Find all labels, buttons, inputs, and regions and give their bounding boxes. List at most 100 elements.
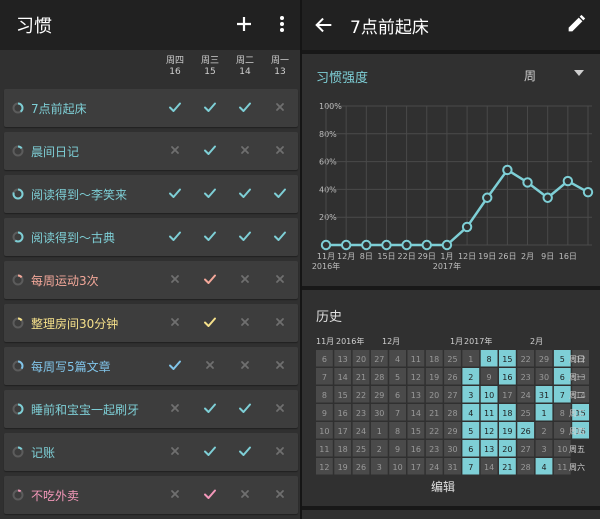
history-day-number: 7 [322,373,327,382]
cross-mark-toggle[interactable] [168,400,182,414]
check-mark-toggle[interactable] [203,443,217,457]
check-mark-toggle[interactable] [168,228,182,242]
strength-ring-icon [12,446,24,458]
history-day-number: 22 [356,391,366,400]
habit-row[interactable]: 记账 [4,433,298,471]
overflow-menu-button[interactable] [270,12,294,36]
history-month-label: 1月 [450,337,463,346]
strength-ring-icon [12,274,24,286]
edit-habit-button[interactable] [565,13,587,35]
check-mark-toggle[interactable] [168,99,182,113]
cross-mark-toggle[interactable] [168,443,182,457]
history-day-number: 1 [377,427,382,436]
back-button[interactable] [313,14,335,36]
check-mark-toggle[interactable] [238,443,252,457]
history-day-number: 13 [484,445,494,454]
habit-row[interactable]: 每周写5篇文章 [4,347,298,385]
check-mark-toggle[interactable] [203,271,217,285]
cross-mark-toggle[interactable] [203,357,217,371]
cross-mark-toggle[interactable] [168,271,182,285]
cross-icon [171,146,179,154]
history-day-number: 15 [338,391,348,400]
cross-mark-toggle[interactable] [238,142,252,156]
history-day-number: 8 [322,391,327,400]
cross-mark-toggle[interactable] [273,443,287,457]
history-day-number: 26 [356,463,366,472]
history-day-number: 13 [411,391,421,400]
cross-icon [241,275,249,283]
check-icon [169,231,181,241]
cross-mark-toggle[interactable] [273,314,287,328]
check-mark-toggle[interactable] [203,400,217,414]
day-header: 周四 16 [160,56,190,78]
cross-mark-toggle[interactable] [273,142,287,156]
cross-mark-toggle[interactable] [168,314,182,328]
check-mark-toggle[interactable] [238,185,252,199]
history-day-number: 10 [484,391,494,400]
check-mark-toggle[interactable] [168,357,182,371]
cross-mark-toggle[interactable] [168,142,182,156]
habit-row[interactable]: 每周运动3次 [4,261,298,299]
history-day-number: 23 [429,445,439,454]
history-day-number: 7 [560,391,565,400]
habit-row[interactable]: 7点前起床 [4,89,298,127]
habit-name: 睡前和宝宝一起刷牙 [31,403,140,417]
cross-mark-toggle[interactable] [238,486,252,500]
cross-mark-toggle[interactable] [273,271,287,285]
check-mark-toggle[interactable] [203,185,217,199]
history-weekday-label: 周六 [569,462,585,472]
y-tick-label: 80% [319,130,337,139]
check-mark-toggle[interactable] [203,99,217,113]
cross-icon [171,404,179,412]
habit-row[interactable]: 整理房间30分钟 [4,304,298,342]
history-day-number: 20 [356,355,366,364]
history-day-number: 10 [393,463,403,472]
check-mark-toggle[interactable] [203,142,217,156]
cross-mark-toggle[interactable] [168,486,182,500]
habit-row[interactable]: 晨间日记 [4,132,298,170]
history-day-number: 14 [484,463,494,472]
history-day-number: 3 [377,463,382,472]
habit-row[interactable]: 不吃外卖 [4,476,298,514]
cross-mark-toggle[interactable] [273,400,287,414]
check-icon [204,145,216,155]
history-month-label: 11月 [316,337,334,346]
cross-mark-toggle[interactable] [273,357,287,371]
cross-mark-toggle[interactable] [238,357,252,371]
period-dropdown[interactable]: 周 [522,64,590,86]
add-habit-button[interactable] [232,12,256,36]
cross-icon [276,318,284,326]
history-edit-button[interactable]: 编辑 [431,478,455,495]
day-date: 13 [274,67,286,77]
cross-mark-toggle[interactable] [238,271,252,285]
strength-series-line [326,168,589,247]
habit-row[interactable]: 阅读得到～李笑来 [4,175,298,213]
check-mark-toggle[interactable] [273,185,287,199]
cross-mark-toggle[interactable] [238,314,252,328]
history-day-number: 28 [447,409,457,418]
habit-list-panel: 习惯 周四 16 周三 15 周二 14 周一 13 7点前起床 晨间日记 阅读得到～李笑来 阅读得… [0,0,300,519]
check-mark-toggle[interactable] [203,486,217,500]
strength-title: 习惯强度 [316,71,369,86]
check-mark-toggle[interactable] [238,228,252,242]
history-day-number: 26 [521,427,531,436]
habit-row[interactable]: 睡前和宝宝一起刷牙 [4,390,298,428]
check-mark-toggle[interactable] [273,228,287,242]
strength-data-point [340,239,352,251]
habit-name: 7点前起床 [31,102,87,116]
cross-mark-toggle[interactable] [273,99,287,113]
history-day-number: 24 [429,463,439,472]
cross-mark-toggle[interactable] [273,486,287,500]
check-mark-toggle[interactable] [238,99,252,113]
strength-data-point [320,239,332,251]
history-day-number: 25 [521,409,531,418]
check-mark-toggle[interactable] [203,228,217,242]
history-day-number: 1 [541,409,546,418]
cross-icon [206,361,214,369]
check-mark-toggle[interactable] [238,400,252,414]
check-mark-toggle[interactable] [203,314,217,328]
day-date: 16 [169,67,181,77]
check-mark-toggle[interactable] [168,185,182,199]
x-year-label: 2016年 [312,261,340,271]
habit-row[interactable]: 阅读得到～古典 [4,218,298,256]
